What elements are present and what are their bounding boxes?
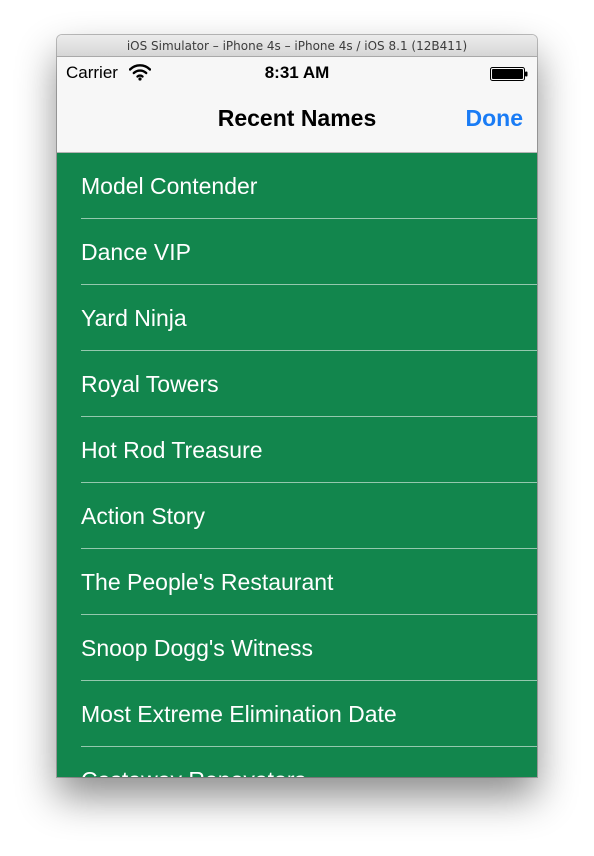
recent-names-list: Model Contender Dance VIP Yard Ninja Roy… bbox=[57, 153, 537, 777]
list-item[interactable]: Castaway Renovators bbox=[57, 747, 537, 777]
window-title: iOS Simulator – iPhone 4s – iPhone 4s / … bbox=[57, 35, 537, 57]
done-button[interactable]: Done bbox=[466, 105, 524, 132]
list-item[interactable]: Yard Ninja bbox=[57, 285, 537, 351]
list-item[interactable]: The People's Restaurant bbox=[57, 549, 537, 615]
status-bar: Carrier 8:31 AM bbox=[57, 57, 537, 89]
list-item[interactable]: Hot Rod Treasure bbox=[57, 417, 537, 483]
list-item[interactable]: Dance VIP bbox=[57, 219, 537, 285]
device-screen: Model Contender Dance VIP Yard Ninja Roy… bbox=[57, 57, 537, 777]
list-item[interactable]: Most Extreme Elimination Date bbox=[57, 681, 537, 747]
navigation-bar: Carrier 8:31 AM Recent Names Done bbox=[57, 57, 537, 153]
status-time: 8:31 AM bbox=[264, 63, 330, 82]
list-item[interactable]: Snoop Dogg's Witness bbox=[57, 615, 537, 681]
list-item[interactable]: Action Story bbox=[57, 483, 537, 549]
list-item[interactable]: Model Contender bbox=[57, 153, 537, 219]
list-item[interactable]: Royal Towers bbox=[57, 351, 537, 417]
simulator-window: iOS Simulator – iPhone 4s – iPhone 4s / … bbox=[57, 35, 537, 777]
battery-icon bbox=[490, 67, 528, 81]
